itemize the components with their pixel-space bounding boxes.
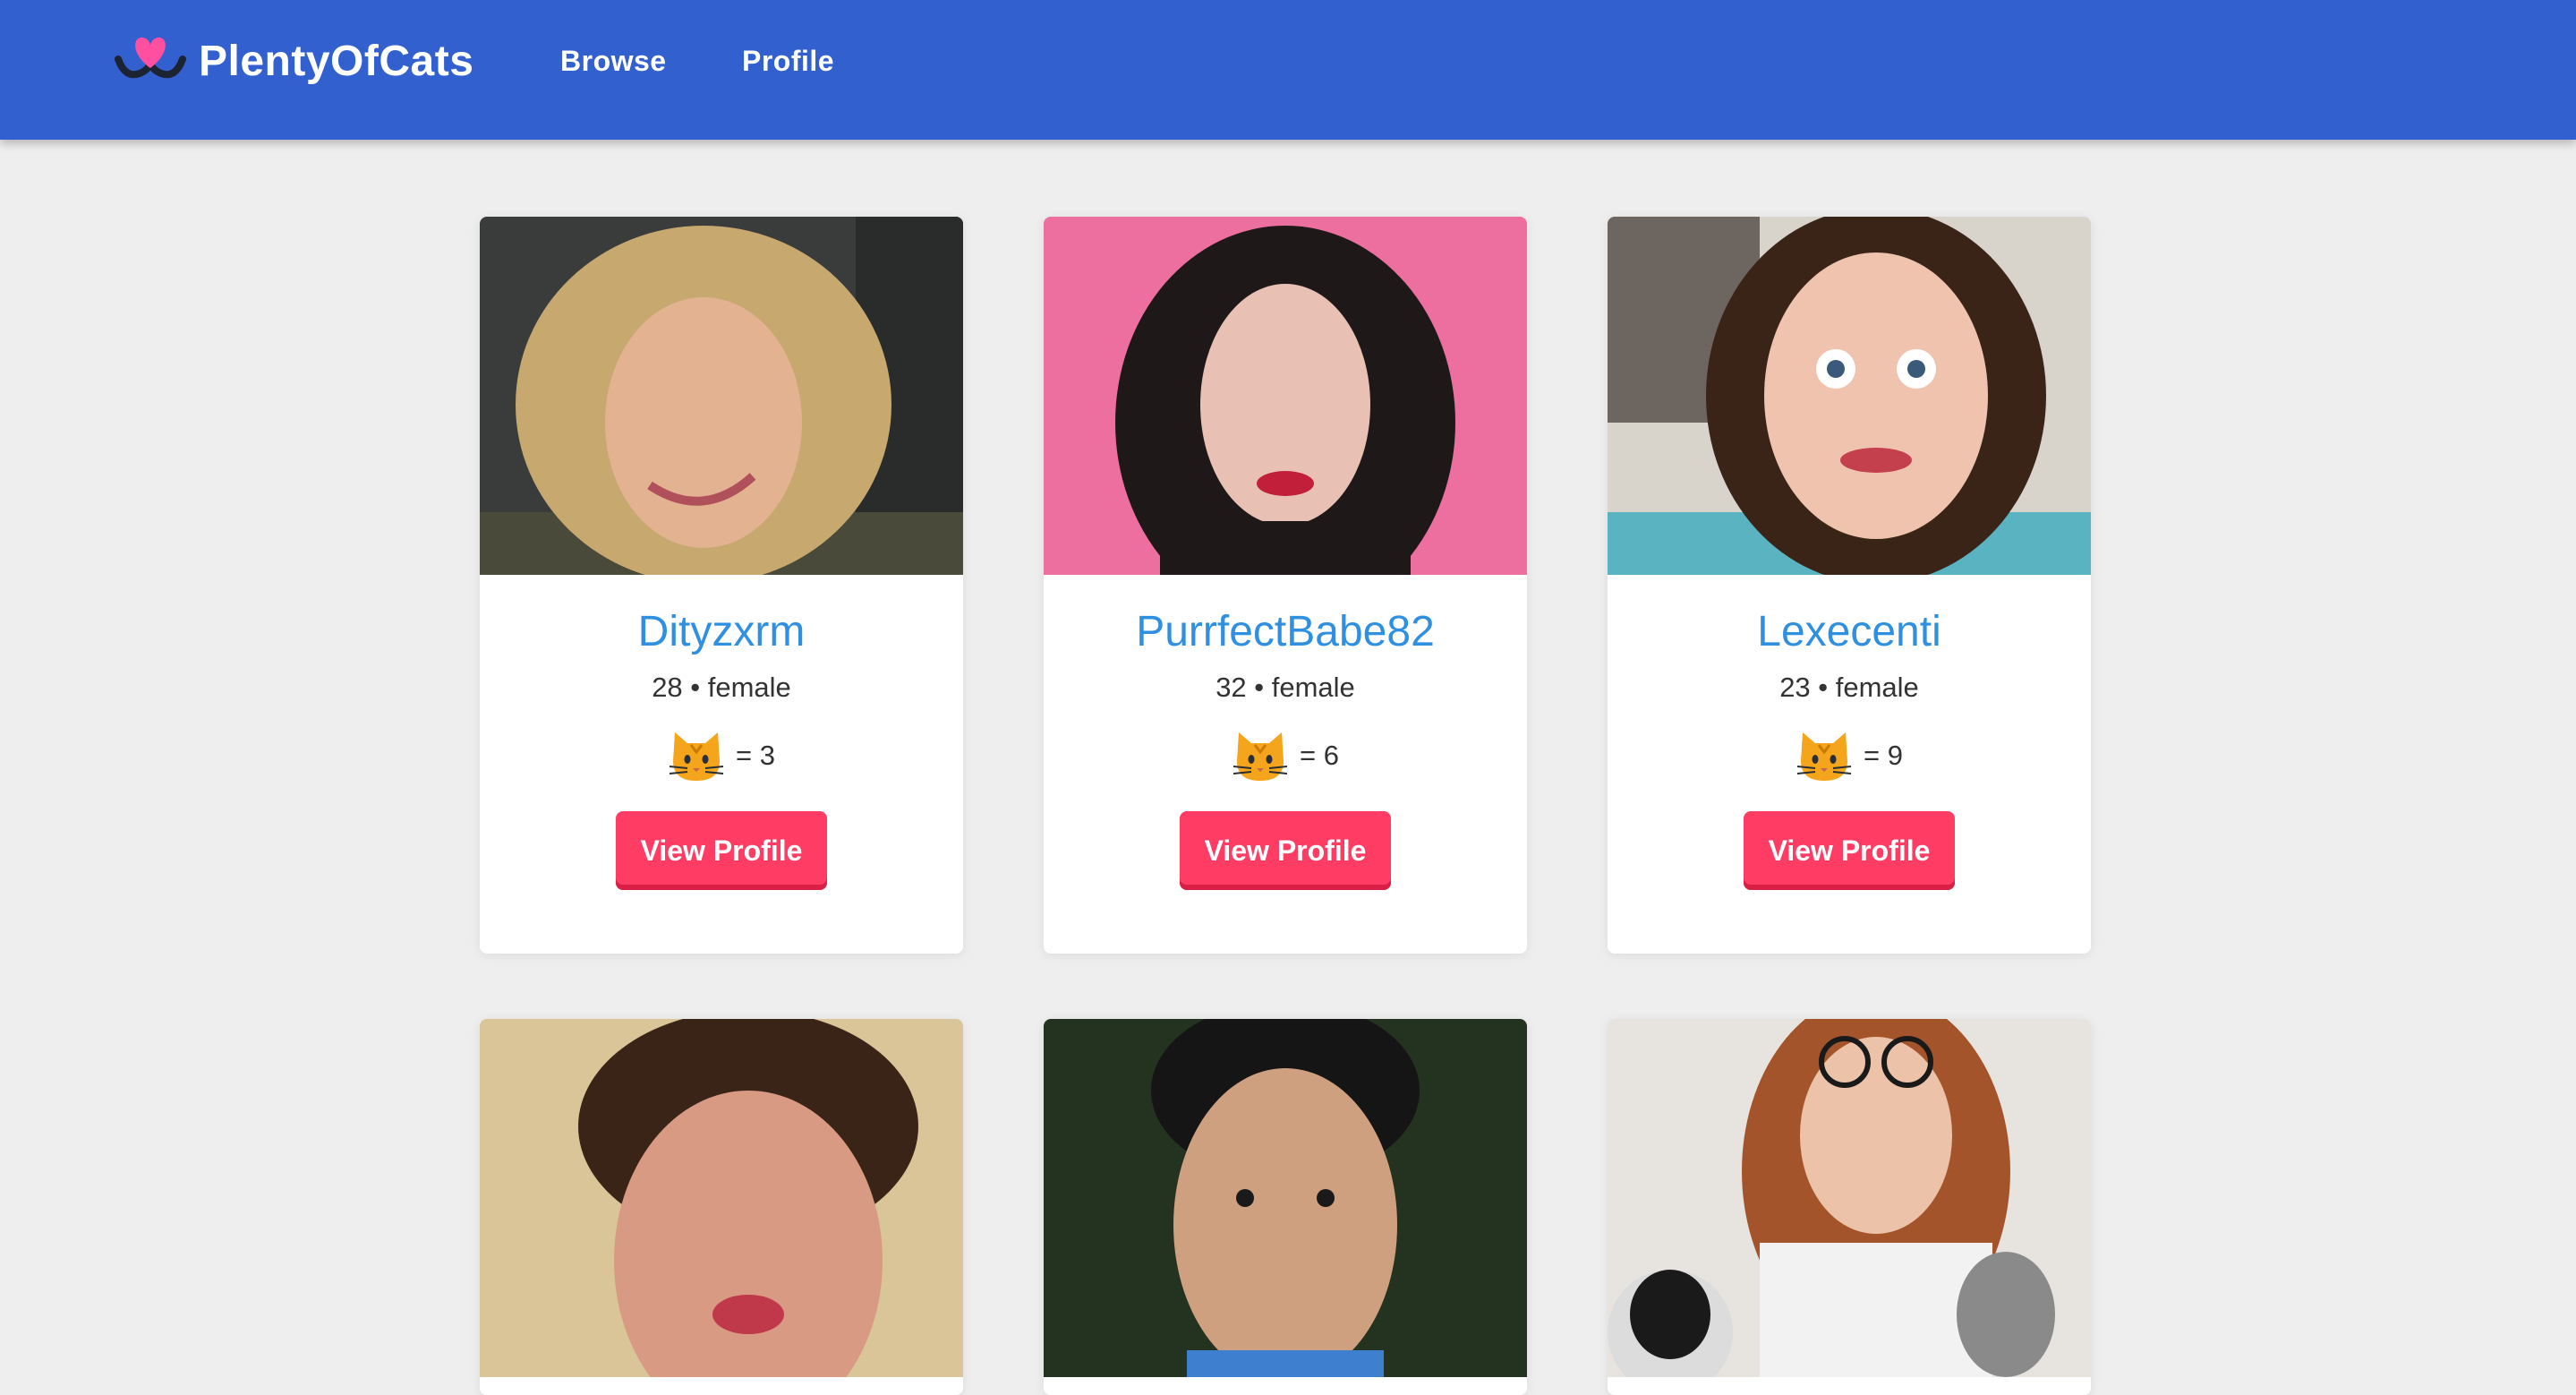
profile-photo[interactable]: [480, 1019, 963, 1377]
profile-card: [480, 1019, 963, 1395]
profile-name-link[interactable]: Dityzxrm: [480, 607, 963, 657]
cat-count: = 3: [480, 727, 963, 784]
profile-age-gender: 28 • female: [652, 672, 791, 703]
profile-photo[interactable]: [1044, 217, 1527, 575]
cat-count-value: = 6: [1300, 740, 1339, 771]
cat-count-value: = 3: [736, 740, 775, 771]
heart-whiskers-logo-icon: [115, 37, 186, 79]
nav-profile-link[interactable]: Profile: [742, 45, 834, 78]
profile-card: Lexecenti 23 • female = 9 View Profile: [1608, 217, 2091, 954]
nav-browse-link[interactable]: Browse: [560, 45, 667, 78]
cat-face-icon: [1796, 732, 1852, 781]
brand-name: PlentyOfCats: [199, 37, 474, 85]
view-profile-button[interactable]: View Profile: [1180, 811, 1391, 890]
cat-count: = 9: [1608, 727, 2091, 784]
cat-face-icon: [1233, 732, 1288, 781]
cat-count: = 6: [1044, 727, 1527, 784]
view-profile-button[interactable]: View Profile: [1744, 811, 1955, 890]
profile-card: Dityzxrm 28 • female = 3 View Profile: [480, 217, 963, 954]
brand-logo-link[interactable]: PlentyOfCats: [113, 32, 473, 90]
profile-photo[interactable]: [1608, 1019, 2091, 1377]
view-profile-button[interactable]: View Profile: [616, 811, 827, 890]
cat-count-value: = 9: [1864, 740, 1903, 771]
profile-name-link[interactable]: PurrfectBabe82: [1044, 607, 1527, 657]
profile-photo[interactable]: [480, 217, 963, 575]
profile-photo[interactable]: [1044, 1019, 1527, 1377]
profile-card: [1044, 1019, 1527, 1395]
profile-card: PurrfectBabe82 32 • female = 6 View Prof…: [1044, 217, 1527, 954]
profile-photo[interactable]: [1608, 217, 2091, 575]
cat-face-icon: [669, 732, 724, 781]
profile-name-link[interactable]: Lexecenti: [1608, 607, 2091, 657]
profile-age-gender: 32 • female: [1215, 672, 1355, 703]
profile-age-gender: 23 • female: [1779, 672, 1919, 703]
top-navbar: PlentyOfCats Browse Profile: [0, 0, 2576, 140]
profile-card: [1608, 1019, 2091, 1395]
